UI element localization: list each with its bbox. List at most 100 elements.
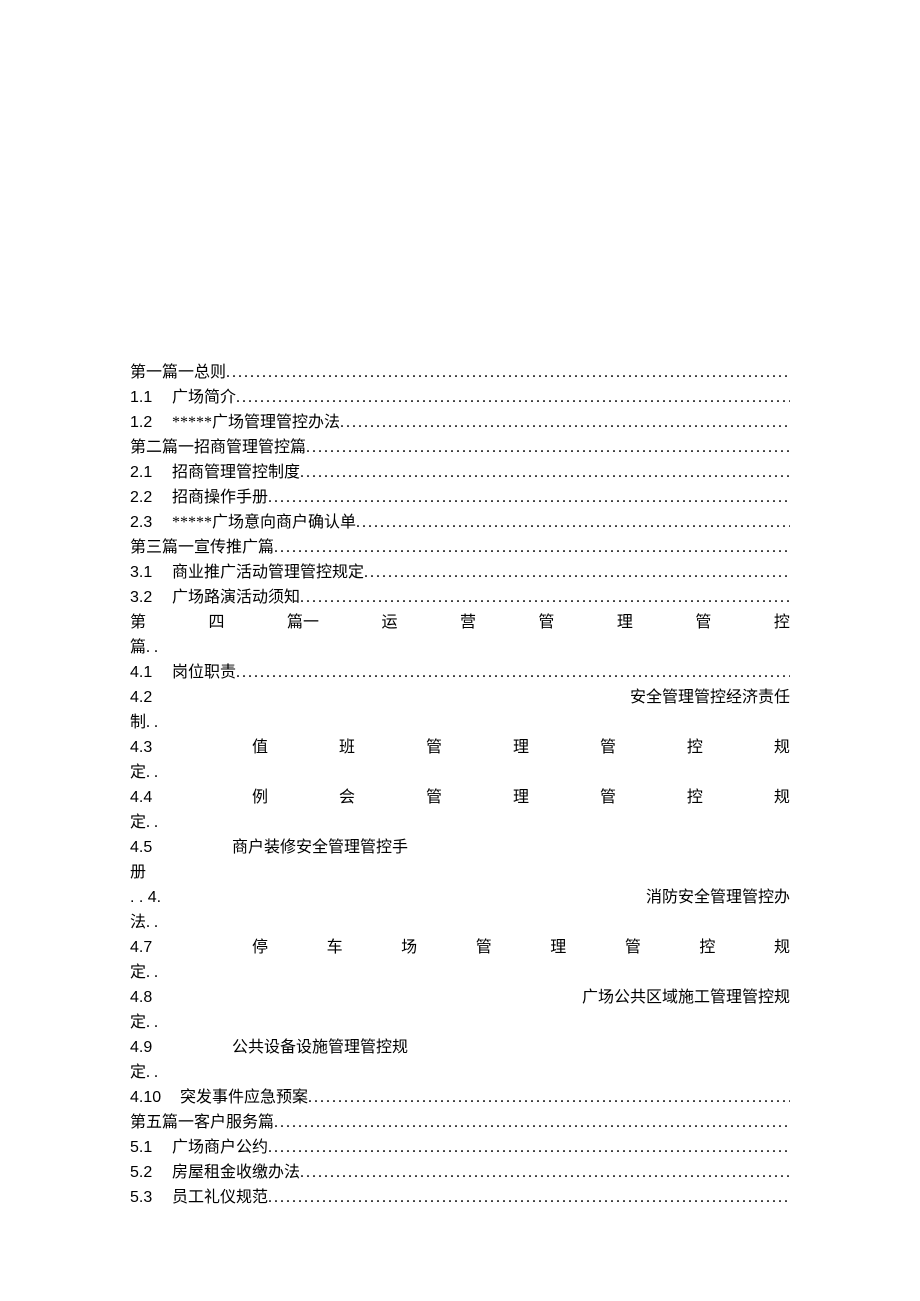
- toc-num: 3.2: [130, 585, 172, 610]
- toc-num: 4.5: [130, 835, 172, 860]
- char: 运: [381, 610, 397, 635]
- toc-dots: [236, 660, 790, 685]
- toc-num: 4.1: [130, 660, 172, 685]
- toc-title: 广场路演活动须知: [172, 585, 300, 610]
- toc-title: 员工礼仪规范: [172, 1185, 268, 1210]
- toc-num: 2.1: [130, 460, 172, 485]
- toc-item-5-3: 5.3 员工礼仪规范: [130, 1185, 790, 1210]
- char: 管: [476, 935, 492, 960]
- toc-item-4-3-tail: 定. .: [130, 760, 790, 785]
- toc-dots: [364, 560, 790, 585]
- toc-section-1-title: 第一篇一总则: [130, 360, 226, 385]
- toc-item-5-2: 5.2 房屋租金收缴办法: [130, 1160, 790, 1185]
- toc-num: 4.7: [130, 935, 172, 960]
- toc-item-4-5: 4.5 商户装修安全管理管控手: [130, 835, 790, 860]
- toc-section-2-title: 第二篇一招商管理管控篇: [130, 435, 306, 460]
- char: 四: [208, 610, 224, 635]
- char: 规: [774, 935, 790, 960]
- toc-item-4-5-tail: 册: [130, 860, 790, 885]
- char: 篇一: [287, 610, 319, 635]
- toc-item-1-1: 1.1 广场简介: [130, 385, 790, 410]
- toc-dots: [268, 1185, 790, 1210]
- toc-item-4-3: 4.3 值 班 管 理 管 控 规: [130, 735, 790, 760]
- toc-item-4-9: 4.9 公共设备设施管理管控规: [130, 1035, 790, 1060]
- toc-dots: [300, 585, 790, 610]
- toc-dots: [274, 535, 790, 560]
- char: 管: [600, 785, 616, 810]
- toc-dots: [236, 385, 790, 410]
- char: 管: [538, 610, 554, 635]
- toc-item-4-1: 4.1 岗位职责: [130, 660, 790, 685]
- toc-item-4-6: . . 4. 消防安全管理管控办: [130, 885, 790, 910]
- char: 营: [460, 610, 476, 635]
- toc-title: 公共设备设施管理管控规: [232, 1035, 408, 1060]
- toc-title: *****广场意向商户确认单: [172, 510, 356, 535]
- toc-item-5-1: 5.1 广场商户公约: [130, 1135, 790, 1160]
- char: 规: [774, 785, 790, 810]
- toc-item-4-8: 4.8 广场公共区域施工管理管控规: [130, 985, 790, 1010]
- toc-num: 4.8: [130, 985, 172, 1010]
- document-page: 第一篇一总则 1.1 广场简介 1.2 *****广场管理管控办法 第二篇一招商…: [0, 0, 920, 1301]
- toc-section-3-title: 第三篇一宣传推广篇: [130, 535, 274, 560]
- toc-section-3: 第三篇一宣传推广篇: [130, 535, 790, 560]
- toc-item-4-9-tail: 定. .: [130, 1060, 790, 1085]
- toc-title: *****广场管理管控办法: [172, 410, 340, 435]
- toc-title: 广场商户公约: [172, 1135, 268, 1160]
- toc-num: 2.3: [130, 510, 172, 535]
- toc-title: 广场简介: [172, 385, 236, 410]
- char: 第: [130, 610, 146, 635]
- toc-dots: [274, 1110, 790, 1135]
- toc-title: 招商操作手册: [172, 485, 268, 510]
- char: 场: [401, 935, 417, 960]
- toc-section-4: 第 四 篇一 运 营 管 理 管 控: [130, 610, 790, 635]
- toc-section-1: 第一篇一总则: [130, 360, 790, 385]
- toc-dots: [300, 460, 790, 485]
- toc-num: 5.1: [130, 1135, 172, 1160]
- toc-item-2-3: 2.3 *****广场意向商户确认单: [130, 510, 790, 535]
- toc-item-4-7-tail: 定. .: [130, 960, 790, 985]
- toc-dots: [268, 1135, 790, 1160]
- toc-title: 招商管理管控制度: [172, 460, 300, 485]
- char: 管: [600, 735, 616, 760]
- char: 理: [513, 735, 529, 760]
- char: 理: [550, 935, 566, 960]
- char: 班: [339, 735, 355, 760]
- toc-title: 商业推广活动管理管控规定: [172, 560, 364, 585]
- char: 控: [774, 610, 790, 635]
- toc-num: 4.3: [130, 735, 172, 760]
- toc-item-4-4-tail: 定. .: [130, 810, 790, 835]
- toc-num: . . 4.: [130, 885, 180, 910]
- char: 会: [339, 785, 355, 810]
- toc-dots: [308, 1085, 790, 1110]
- toc-title: 安全管理管控经济责任: [630, 685, 790, 710]
- toc-num: 4.9: [130, 1035, 172, 1060]
- toc-item-4-4: 4.4 例 会 管 理 管 控 规: [130, 785, 790, 810]
- char: 管: [426, 735, 442, 760]
- char: 控: [687, 735, 703, 760]
- toc-num: 3.1: [130, 560, 172, 585]
- toc-item-4-2-tail: 制. .: [130, 710, 790, 735]
- toc-item-4-8-tail: 定. .: [130, 1010, 790, 1035]
- toc-num: 4.10: [130, 1085, 180, 1110]
- char: 理: [513, 785, 529, 810]
- char: 停: [252, 935, 268, 960]
- toc-num: 5.2: [130, 1160, 172, 1185]
- toc-item-4-10: 4.10 突发事件应急预案: [130, 1085, 790, 1110]
- char: 控: [699, 935, 715, 960]
- toc-item-4-6-tail: 法. .: [130, 910, 790, 935]
- toc-dots: [268, 485, 790, 510]
- toc-title: 商户装修安全管理管控手: [232, 835, 408, 860]
- char: 管: [426, 785, 442, 810]
- toc-section-5-title: 第五篇一客户服务篇: [130, 1110, 274, 1135]
- toc-dots: [356, 510, 790, 535]
- toc-dots: [306, 435, 790, 460]
- toc-item-2-1: 2.1 招商管理管控制度: [130, 460, 790, 485]
- toc-section-5: 第五篇一客户服务篇: [130, 1110, 790, 1135]
- toc-item-2-2: 2.2 招商操作手册: [130, 485, 790, 510]
- char: 控: [687, 785, 703, 810]
- char: 值: [252, 735, 268, 760]
- toc-num: 5.3: [130, 1185, 172, 1210]
- toc-num: 4.4: [130, 785, 172, 810]
- toc-item-1-2: 1.2 *****广场管理管控办法: [130, 410, 790, 435]
- toc-title: 消防安全管理管控办: [646, 885, 790, 910]
